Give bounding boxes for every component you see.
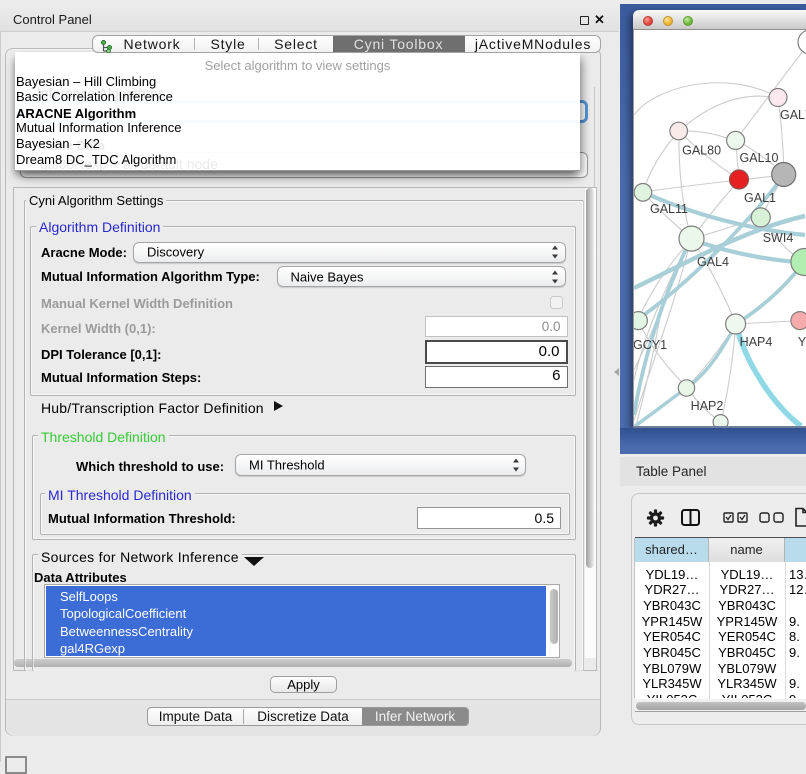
svg-text:GCY1: GCY1 xyxy=(634,338,667,352)
svg-text:SWI4: SWI4 xyxy=(763,231,794,245)
svg-text:GAL80: GAL80 xyxy=(682,144,721,158)
svg-text:GAL11: GAL11 xyxy=(650,202,688,216)
svg-text:HAP4: HAP4 xyxy=(740,335,773,349)
svg-text:GAL10: GAL10 xyxy=(740,151,779,165)
svg-text:GAL1: GAL1 xyxy=(744,191,776,205)
svg-text:Y: Y xyxy=(798,335,806,349)
svg-text:GAL7: GAL7 xyxy=(780,108,806,122)
svg-text:HAP2: HAP2 xyxy=(691,399,724,413)
svg-text:GAL4: GAL4 xyxy=(697,255,729,269)
